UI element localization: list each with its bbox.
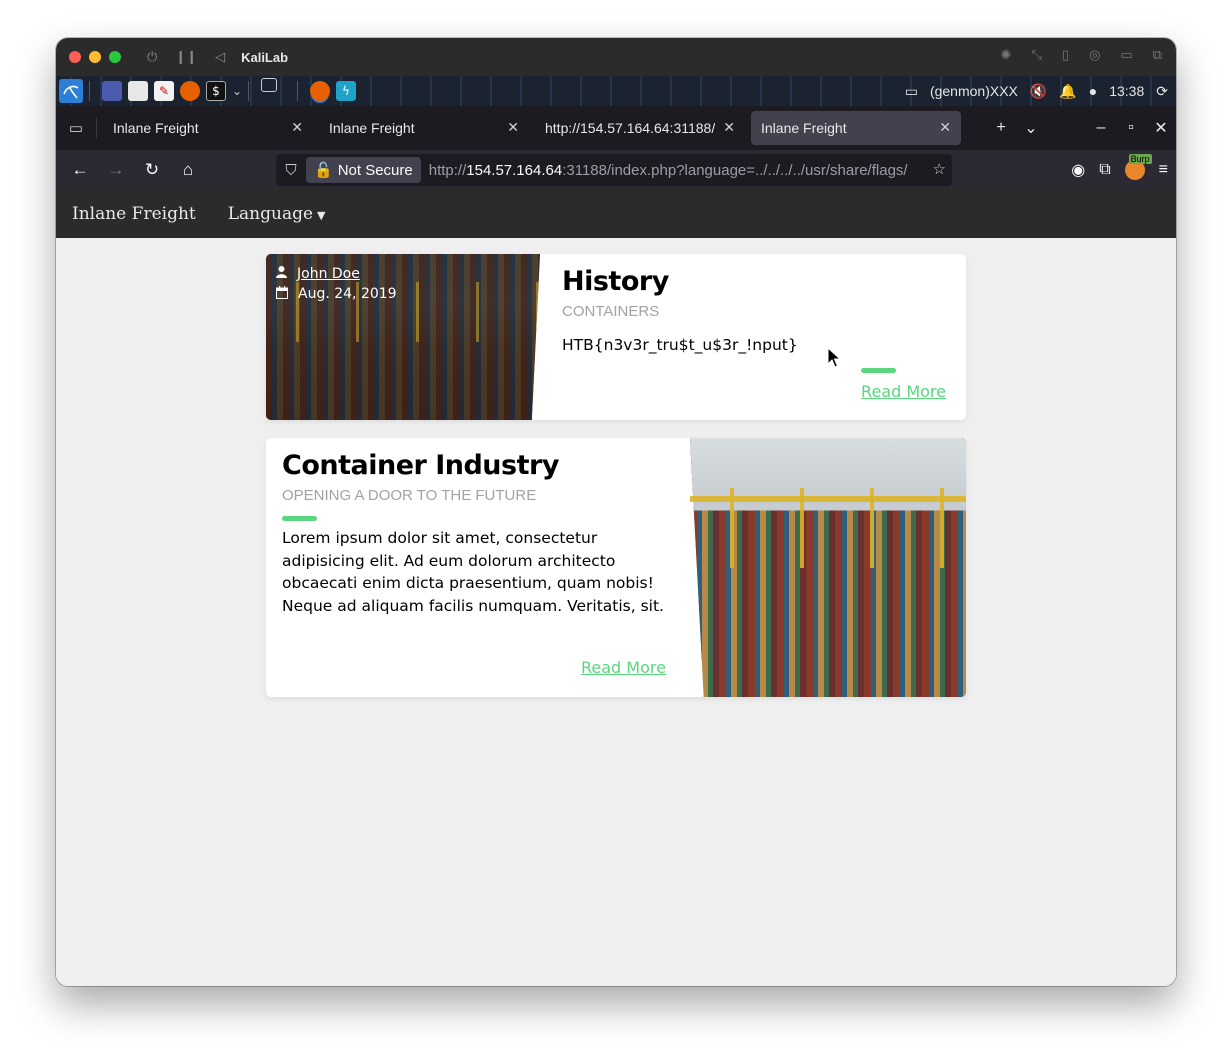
- site-navbar: Inlane Freight Language ▼: [56, 190, 1176, 238]
- web-page: Inlane Freight Language ▼ John Doe Aug. 2…: [56, 190, 1176, 986]
- tab-title: Inlane Freight: [113, 120, 199, 136]
- maximize-icon[interactable]: ▫: [1116, 119, 1146, 137]
- bookmark-star-icon[interactable]: ☆: [933, 160, 946, 178]
- author-link[interactable]: John Doe: [297, 266, 360, 282]
- vm-window: ⏻ ❙❙ ◁ KaliLab ✺ ⤡ ▯ ◎ ▭ ⧉ ✎ $ ⌄ ϟ ▭ (ge…: [56, 38, 1176, 986]
- extensions-icon[interactable]: ⧉: [1099, 161, 1110, 179]
- display-icon: ▭: [904, 82, 918, 99]
- site-brand[interactable]: Inlane Freight: [72, 204, 196, 224]
- tab-1[interactable]: Inlane Freight ✕: [103, 111, 313, 145]
- caret-down-icon: ▼: [317, 209, 326, 222]
- firefox-view-icon[interactable]: ▭: [56, 119, 96, 137]
- accent-bar: [282, 516, 317, 521]
- windows-icon[interactable]: ⧉: [1153, 48, 1162, 63]
- genmon-text: (genmon)XXX: [929, 83, 1018, 99]
- forward-icon[interactable]: →: [98, 160, 134, 180]
- read-more-link[interactable]: Read More: [581, 658, 666, 677]
- close-tab-icon[interactable]: ✕: [723, 119, 735, 136]
- workspace-icon[interactable]: [261, 78, 277, 92]
- not-secure-badge[interactable]: 🔓 Not Secure: [306, 157, 421, 183]
- card-text: Lorem ipsum dolor sit amet, consectetur …: [282, 529, 664, 615]
- crane-decoration: [690, 488, 966, 568]
- app-running-icon[interactable]: ϟ: [336, 81, 356, 101]
- close-tab-icon[interactable]: ✕: [291, 119, 303, 136]
- tab-title: Inlane Freight: [761, 120, 847, 136]
- url-prefix: http://: [428, 161, 467, 179]
- account-icon[interactable]: ◉: [1071, 160, 1085, 180]
- read-more-link[interactable]: Read More: [861, 382, 946, 401]
- url-host: 154.57.164.64: [466, 161, 563, 179]
- accent-bar: [861, 368, 896, 373]
- zoom-window-button[interactable]: [109, 51, 121, 63]
- tracking-shield-icon[interactable]: ⛉: [276, 162, 306, 179]
- reload-icon[interactable]: ↻: [134, 160, 170, 180]
- card-meta: John Doe Aug. 24, 2019: [276, 264, 397, 304]
- files-icon[interactable]: [128, 81, 148, 101]
- menu-icon[interactable]: ≡: [1159, 161, 1168, 179]
- blog-card-history: John Doe Aug. 24, 2019 History CONTAINER…: [266, 254, 966, 420]
- minimize-icon[interactable]: –: [1086, 119, 1116, 137]
- tab-strip: ▭ Inlane Freight ✕ Inlane Freight ✕ http…: [56, 106, 1176, 150]
- not-secure-label: Not Secure: [337, 161, 413, 179]
- burp-extension-icon[interactable]: Burp: [1124, 154, 1152, 180]
- mute-icon[interactable]: 🔇: [1030, 83, 1047, 100]
- list-tabs-icon[interactable]: ⌄: [1016, 118, 1046, 138]
- insecure-lock-icon: 🔓: [314, 162, 333, 179]
- card-subtitle: OPENING A DOOR TO THE FUTURE: [282, 487, 537, 504]
- nav-toolbar: ← → ↻ ⌂ ⛉ 🔓 Not Secure http://154.57.164…: [56, 150, 1176, 190]
- back-icon[interactable]: ←: [62, 160, 98, 180]
- post-date: Aug. 24, 2019: [298, 286, 397, 302]
- kali-menu-icon[interactable]: [59, 79, 83, 103]
- tab-2[interactable]: Inlane Freight ✕: [319, 111, 529, 145]
- language-label: Language: [227, 204, 314, 224]
- tab-4-active[interactable]: Inlane Freight ✕: [751, 111, 961, 145]
- firefox-icon[interactable]: [180, 81, 200, 101]
- burp-badge: Burp: [1128, 154, 1152, 164]
- tab-title: Inlane Freight: [329, 120, 415, 136]
- desktop-icon[interactable]: [102, 81, 122, 101]
- calendar-icon: [276, 285, 288, 303]
- card-title: History: [562, 266, 669, 297]
- close-tab-icon[interactable]: ✕: [939, 119, 951, 136]
- tab-3[interactable]: http://154.57.164.64:31188/i ✕: [535, 111, 745, 145]
- user-icon: [276, 266, 287, 282]
- bell-icon[interactable]: 🔔: [1059, 83, 1076, 100]
- power-icon[interactable]: ⏻: [147, 50, 157, 65]
- close-icon[interactable]: ✕: [1146, 118, 1176, 138]
- clock[interactable]: 13:38: [1109, 83, 1144, 99]
- close-window-button[interactable]: [69, 51, 81, 63]
- terminal-icon[interactable]: $: [206, 81, 226, 101]
- url-bar[interactable]: ⛉ 🔓 Not Secure http://154.57.164.64:3118…: [276, 154, 952, 186]
- tab-title: http://154.57.164.64:31188/i: [545, 120, 715, 136]
- text-editor-icon[interactable]: ✎: [154, 81, 174, 101]
- network-icon[interactable]: ◎: [1089, 48, 1100, 63]
- back-triangle-icon[interactable]: ◁: [215, 50, 225, 65]
- firefox-running-icon[interactable]: [310, 81, 330, 101]
- blog-card-container-industry: Container Industry OPENING A DOOR TO THE…: [266, 438, 966, 697]
- power-status-icon[interactable]: ●: [1089, 83, 1097, 99]
- kali-panel: ✎ $ ⌄ ϟ ▭ (genmon)XXX 🔇 🔔 ● 13:38 ⟳: [56, 76, 1176, 106]
- card-text: HTB{n3v3r_tru$t_u$3r_!nput}: [562, 336, 798, 354]
- card-subtitle: CONTAINERS: [562, 303, 660, 320]
- chevron-down-icon[interactable]: ⌄: [232, 81, 242, 101]
- card-title: Container Industry: [282, 450, 559, 481]
- url-text[interactable]: http://154.57.164.64:31188/index.php?lan…: [429, 162, 919, 179]
- mac-titlebar: ⏻ ❙❙ ◁ KaliLab ✺ ⤡ ▯ ◎ ▭ ⧉: [56, 38, 1176, 76]
- url-rest: :31188/index.php?language=../../../../us…: [562, 161, 908, 179]
- resize-icon[interactable]: ⤡: [1032, 48, 1042, 63]
- pause-icon[interactable]: ❙❙: [175, 50, 197, 65]
- minimize-window-button[interactable]: [89, 51, 101, 63]
- traffic-lights: [69, 51, 121, 63]
- home-icon[interactable]: ⌂: [170, 160, 206, 180]
- folder-icon[interactable]: ▭: [1120, 48, 1132, 63]
- language-dropdown[interactable]: Language ▼: [228, 204, 326, 224]
- vm-title: KaliLab: [241, 49, 289, 65]
- new-tab-icon[interactable]: +: [986, 119, 1016, 137]
- usb-icon[interactable]: ▯: [1062, 48, 1069, 63]
- brightness-icon[interactable]: ✺: [1001, 48, 1012, 63]
- refresh-icon[interactable]: ⟳: [1156, 83, 1168, 100]
- mouse-cursor-icon: [827, 347, 841, 368]
- close-tab-icon[interactable]: ✕: [507, 119, 519, 136]
